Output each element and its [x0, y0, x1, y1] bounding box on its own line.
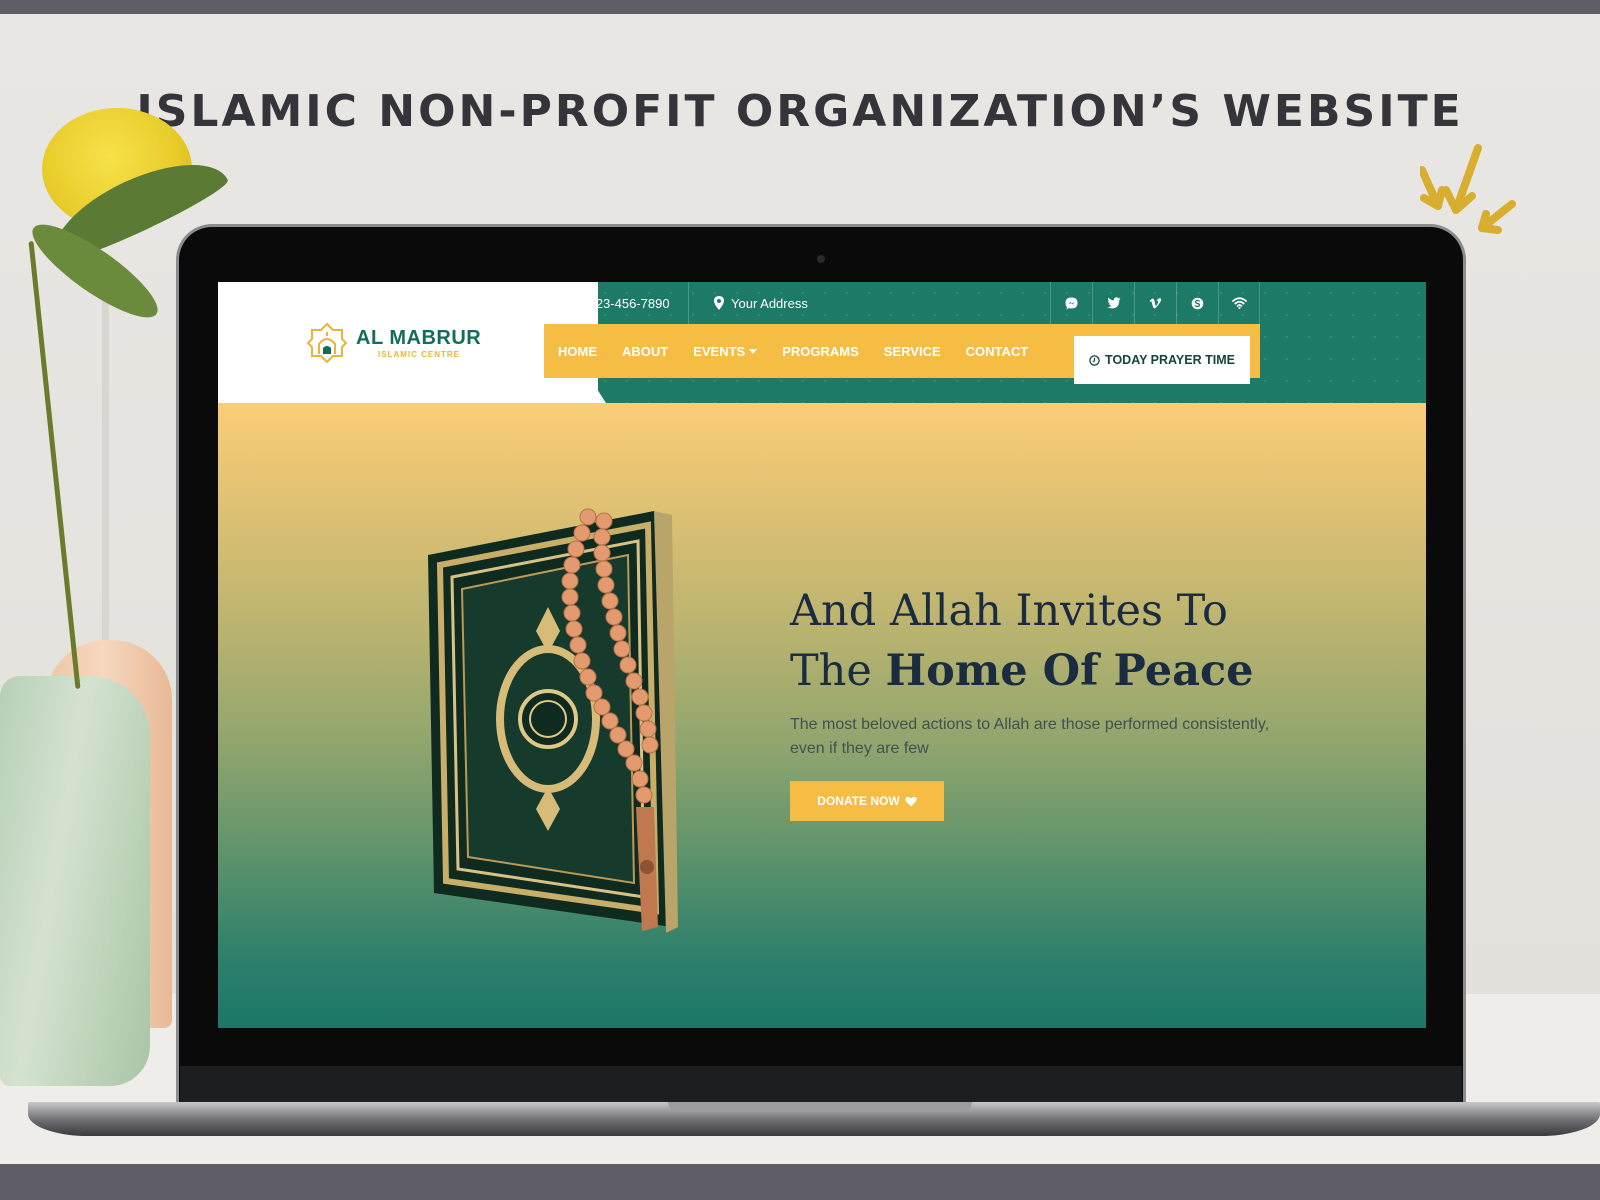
hero-heading-line1: And Allah Invites To: [790, 586, 1228, 636]
donate-label: DONATE NOW: [817, 794, 900, 808]
mosque-logo-icon: [306, 322, 348, 364]
nav-item-about[interactable]: ABOUT: [622, 344, 668, 359]
clock-icon: [1089, 354, 1100, 366]
hero-heading-line2: The Home Of Peace: [790, 646, 1254, 696]
logo-subtitle: ISLAMIC CENTRE: [378, 350, 460, 359]
phone-number: +123-456-7890: [581, 295, 670, 311]
nav-item-programs[interactable]: PROGRAMS: [782, 344, 859, 359]
decor-stem: [102, 260, 109, 648]
nav-item-events[interactable]: EVENTS: [693, 344, 758, 359]
prayer-time-button[interactable]: TODAY PRAYER TIME: [1074, 336, 1250, 384]
hero-section: And Allah Invites To The Home Of Peace T…: [218, 403, 1426, 1028]
bottom-frame-bar: [0, 1164, 1600, 1200]
hero-description: The most beloved actions to Allah are th…: [790, 716, 1270, 757]
laptop-bezel: [180, 1066, 1462, 1106]
location-pin-icon: [714, 296, 724, 310]
skype-icon[interactable]: [1176, 282, 1218, 324]
top-frame-bar: [0, 0, 1600, 14]
green-vase: [0, 676, 150, 1086]
prayer-time-label: TODAY PRAYER TIME: [1105, 353, 1235, 367]
phone-icon: [562, 297, 574, 309]
wifi-icon[interactable]: [1218, 282, 1260, 324]
logo-title: AL MABRUR: [356, 327, 482, 349]
hero-heading: And Allah Invites To The Home Of Peace: [790, 581, 1310, 701]
address-text: Your Address: [731, 295, 808, 311]
nav-menu: HOME ABOUT EVENTS PROGRAMS SERVICE CONTA…: [558, 324, 1028, 378]
social-links: [1050, 282, 1260, 324]
messenger-icon[interactable]: [1050, 282, 1092, 324]
topbar-divider: [688, 282, 689, 324]
donate-now-button[interactable]: DONATE NOW: [790, 781, 944, 821]
camera-icon: [817, 255, 825, 263]
laptop-notch: [668, 1102, 972, 1112]
nav-item-home[interactable]: HOME: [558, 344, 597, 359]
hero-heading-highlight: Home Of Peace: [885, 646, 1254, 696]
caret-down-icon: [749, 348, 758, 354]
logo-area[interactable]: AL MABRUR ISLAMIC CENTRE: [218, 282, 598, 403]
phone-contact[interactable]: +123-456-7890: [562, 293, 670, 313]
twitter-icon[interactable]: [1092, 282, 1134, 324]
banner-headline: ISLAMIC NON-PROFIT ORGANIZATION’S WEBSIT…: [136, 86, 1464, 137]
address-contact[interactable]: Your Address: [714, 293, 808, 313]
vimeo-icon[interactable]: [1134, 282, 1176, 324]
nav-item-service[interactable]: SERVICE: [884, 344, 941, 359]
quran-with-prayer-beads-icon: [428, 508, 678, 933]
heart-icon: [905, 796, 917, 806]
website-screen: AL MABRUR ISLAMIC CENTRE +123-456-7890 Y…: [218, 282, 1426, 1028]
nav-item-contact[interactable]: CONTACT: [966, 344, 1029, 359]
